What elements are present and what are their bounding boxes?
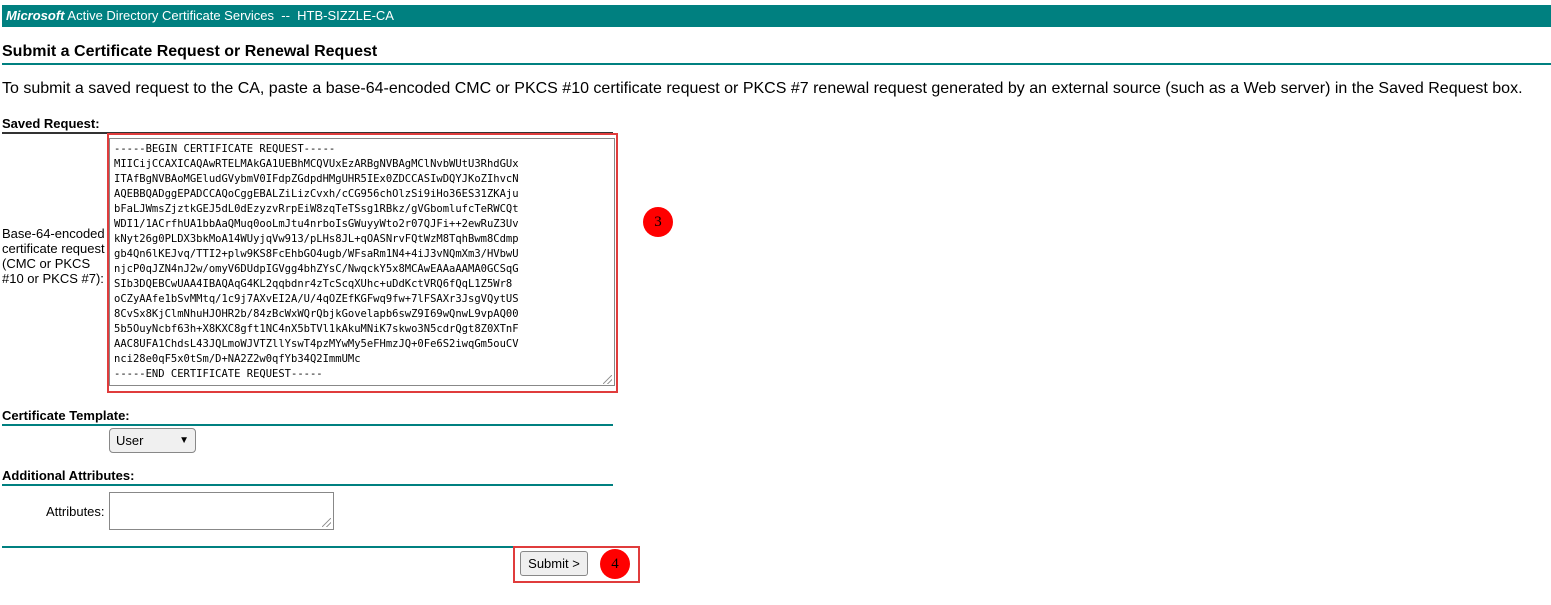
saved-request-heading: Saved Request: bbox=[2, 116, 613, 134]
step-3-marker: 3 bbox=[643, 207, 673, 237]
template-selected-value: User bbox=[116, 433, 144, 448]
title-bar: Microsoft Active Directory Certificate S… bbox=[2, 5, 1551, 27]
additional-attributes-heading: Additional Attributes: bbox=[2, 468, 613, 486]
ca-name: HTB-SIZZLE-CA bbox=[297, 8, 394, 23]
intro-text: To submit a saved request to the CA, pas… bbox=[2, 80, 1523, 97]
attributes-resize-handle[interactable] bbox=[322, 518, 331, 527]
base64-request-label: Base-64-encoded certificate request (CMC… bbox=[2, 226, 105, 286]
certificate-template-heading: Certificate Template: bbox=[2, 408, 613, 426]
attributes-label: Attributes: bbox=[46, 504, 105, 519]
certificate-template-select[interactable]: User ▼ bbox=[109, 428, 196, 453]
app-title: Active Directory Certificate Services bbox=[67, 8, 275, 23]
title-separator: -- bbox=[281, 8, 290, 23]
step-4-marker: 4 bbox=[600, 549, 630, 579]
page-title: Submit a Certificate Request or Renewal … bbox=[2, 43, 1551, 65]
brand-name: Microsoft bbox=[6, 8, 65, 23]
attributes-textarea[interactable] bbox=[109, 492, 334, 530]
chevron-down-icon: ▼ bbox=[179, 435, 189, 446]
request-highlight-box bbox=[107, 133, 618, 393]
